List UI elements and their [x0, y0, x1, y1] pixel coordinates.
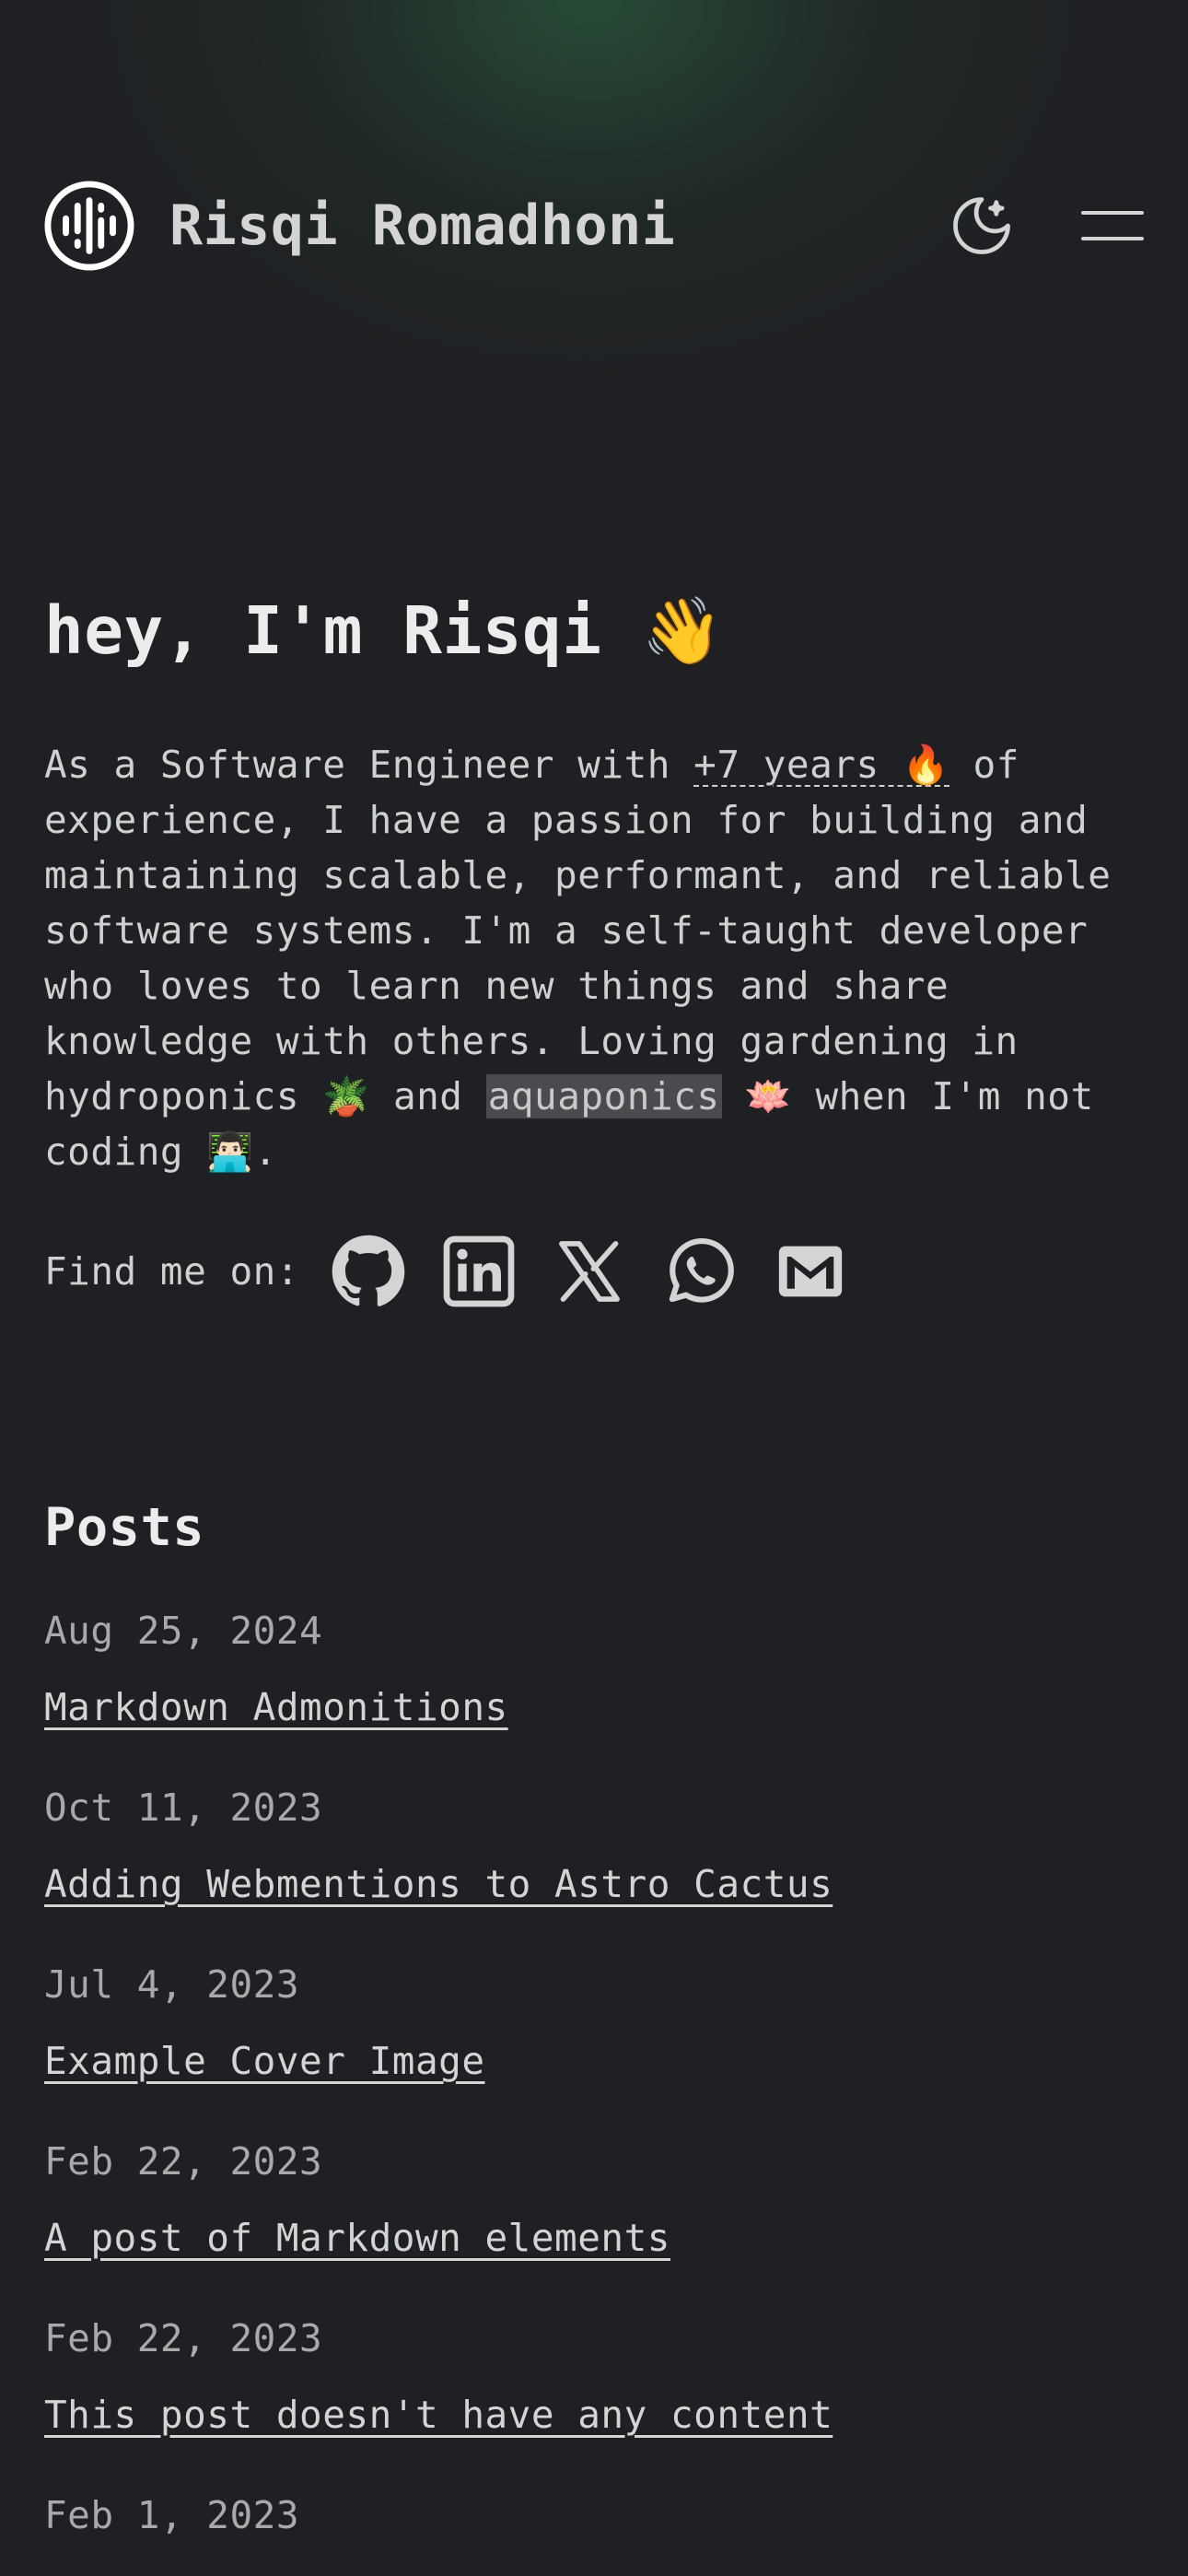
- post-item: Feb 22, 2023 This post doesn't have any …: [44, 2315, 1149, 2492]
- post-date: Feb 1, 2023: [44, 2493, 300, 2537]
- site-name: Risqi Romadhoni: [169, 193, 676, 258]
- linkedin-icon: [443, 1235, 515, 1307]
- hero-section: hey, I'm Risqi 👋 As a Software Engineer …: [44, 590, 1149, 1217]
- menu-button[interactable]: [1081, 207, 1144, 244]
- post-date: Jul 4, 2023: [44, 1962, 300, 2007]
- post-link[interactable]: A post of Markdown elements: [44, 2215, 670, 2261]
- post-item: Feb 1, 2023: [44, 2492, 1149, 2576]
- mail-icon: [778, 1246, 843, 1297]
- social-label: Find me on:: [44, 1249, 300, 1294]
- post-date: Oct 11, 2023: [44, 1786, 323, 1830]
- years-experience-tooltip[interactable]: +7 years 🔥: [693, 743, 949, 787]
- post-date: Aug 25, 2024: [44, 1609, 323, 1653]
- post-date: Feb 22, 2023: [44, 2316, 323, 2360]
- post-list: Aug 25, 2024 Markdown Admonitions Oct 11…: [44, 1608, 1149, 2576]
- post-link[interactable]: Adding Webmentions to Astro Cactus: [44, 1861, 833, 1907]
- post-link[interactable]: Markdown Admonitions: [44, 1684, 508, 1730]
- github-icon: [332, 1235, 405, 1306]
- posts-heading: Posts: [44, 1497, 205, 1558]
- hero-title: hey, I'm Risqi 👋: [44, 592, 724, 669]
- post-item: Aug 25, 2024 Markdown Admonitions: [44, 1608, 1149, 1785]
- moon-icon: [953, 197, 1010, 254]
- hamburger-menu-icon: [1081, 211, 1144, 240]
- bio-text-part1: As a Software Engineer with: [44, 743, 694, 787]
- post-link[interactable]: This post doesn't have any content: [44, 2392, 833, 2438]
- post-date: Feb 22, 2023: [44, 2139, 323, 2184]
- soundwave-logo-icon: [44, 181, 134, 271]
- header-actions: [947, 191, 1144, 261]
- bio-paragraph: As a Software Engineer with +7 years 🔥 o…: [44, 737, 1149, 1179]
- github-link[interactable]: [327, 1230, 410, 1313]
- home-link[interactable]: Risqi Romadhoni: [44, 181, 675, 271]
- post-item: Jul 4, 2023 Example Cover Image: [44, 1961, 1149, 2138]
- bio-text-part2: of experience, I have a passion for buil…: [44, 743, 1112, 1118]
- header-glow: [0, 0, 1188, 645]
- whatsapp-icon: [669, 1238, 734, 1303]
- post-item: Oct 11, 2023 Adding Webmentions to Astro…: [44, 1785, 1149, 1961]
- mail-link[interactable]: [769, 1230, 852, 1313]
- post-item: Feb 22, 2023 A post of Markdown elements: [44, 2138, 1149, 2315]
- whatsapp-link[interactable]: [658, 1230, 741, 1313]
- x-twitter-link[interactable]: [548, 1230, 631, 1313]
- post-link[interactable]: Example Cover Image: [44, 2038, 485, 2084]
- site-header: Risqi Romadhoni: [44, 181, 1144, 271]
- theme-toggle-button[interactable]: [947, 191, 1017, 261]
- social-links: Find me on:: [44, 1230, 879, 1313]
- x-twitter-icon: [559, 1241, 620, 1302]
- aquaponics-highlight: aquaponics: [485, 1074, 722, 1118]
- linkedin-link[interactable]: [437, 1230, 520, 1313]
